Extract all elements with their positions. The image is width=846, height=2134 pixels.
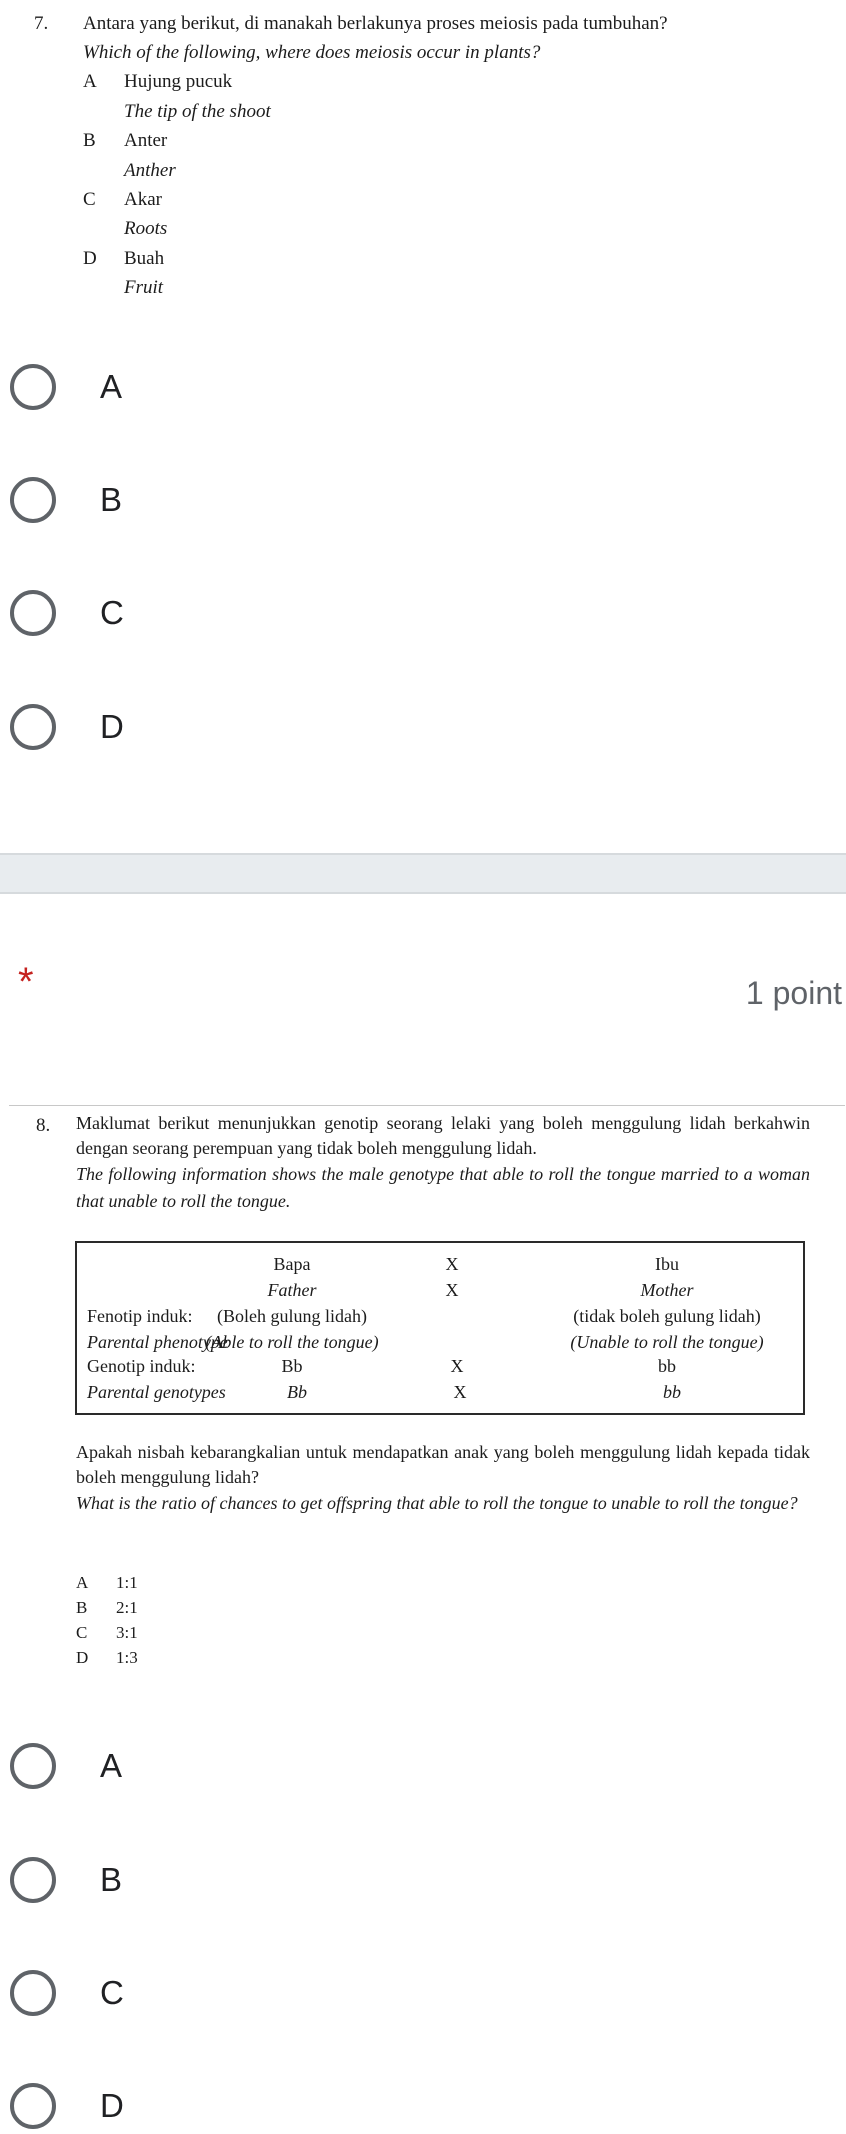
cross-symbol: X <box>445 1254 459 1274</box>
question-number: 7. <box>34 13 49 34</box>
father-phenotype-en: (Able to roll the tongue) <box>205 1332 379 1352</box>
option-value: 1:3 <box>116 1648 138 1667</box>
cross-symbol: X <box>453 1382 467 1402</box>
radio-option-a[interactable]: A <box>10 359 122 415</box>
option-text-ms: Buah <box>124 248 165 269</box>
radio-option-b[interactable]: B <box>10 472 122 528</box>
radio-label: B <box>100 481 123 518</box>
header-divider <box>9 1105 845 1106</box>
option-letter: B <box>83 130 96 151</box>
father-genotype: Bb <box>281 1356 303 1376</box>
radio-label: A <box>100 368 123 405</box>
followup-text-en: What is the ratio of chances to get offs… <box>76 1493 798 1513</box>
answer-option: C 3:1 <box>76 1620 138 1645</box>
genotype-table: Bapa X Ibu Father X Mother Fenotip induk… <box>75 1241 805 1415</box>
option-text-en: Fruit <box>124 277 164 298</box>
radio-circle-icon[interactable] <box>10 704 56 750</box>
radio-label: D <box>100 2087 124 2124</box>
mother-genotype-en: bb <box>663 1382 681 1402</box>
mother-label-en: Mother <box>640 1280 694 1300</box>
option-text-ms: Anter <box>124 130 168 151</box>
option-text-ms: Akar <box>124 189 162 210</box>
points-label: 1 point <box>745 975 842 1011</box>
option-value: 3:1 <box>116 1623 138 1642</box>
mother-phenotype-en: (Unable to roll the tongue) <box>570 1332 764 1352</box>
mother-genotype: bb <box>658 1356 676 1376</box>
radio-label: D <box>100 708 124 745</box>
radio-label: B <box>100 1861 123 1898</box>
mother-label-ms: Ibu <box>655 1254 679 1274</box>
radio-circle-icon[interactable] <box>10 590 56 636</box>
option-letter: A <box>83 71 97 92</box>
father-label-en: Father <box>267 1280 317 1300</box>
required-asterisk: * <box>18 960 34 1004</box>
radio-option-d[interactable]: D <box>10 2078 124 2134</box>
option-letter: B <box>76 1598 88 1617</box>
radio-circle-icon[interactable] <box>10 1857 56 1903</box>
question-text-ms: Maklumat berikut menunjukkan genotip seo… <box>76 1113 810 1158</box>
radio-circle-icon[interactable] <box>10 364 56 410</box>
radio-option-c[interactable]: C <box>10 585 124 641</box>
option-letter: A <box>76 1573 89 1592</box>
radio-label: A <box>100 1747 123 1784</box>
question-text-en: The following information shows the male… <box>76 1164 810 1211</box>
option-letter: C <box>83 189 96 210</box>
phenotype-label-ms: Fenotip induk: <box>87 1306 193 1326</box>
answer-option: B 2:1 <box>76 1595 138 1620</box>
answer-option: D 1:3 <box>76 1645 138 1670</box>
radio-option-d[interactable]: D <box>10 699 124 755</box>
father-label-ms: Bapa <box>273 1254 311 1274</box>
question-separator <box>0 853 846 894</box>
radio-label: C <box>100 1974 124 2011</box>
option-text-en: Anther <box>124 160 176 181</box>
answer-option: A 1:1 <box>76 1570 138 1595</box>
radio-label: C <box>100 594 124 631</box>
followup-text-ms: Apakah nisbah kebarangkalian untuk menda… <box>76 1442 810 1487</box>
radio-circle-icon[interactable] <box>10 2083 56 2129</box>
option-value: 1:1 <box>116 1573 138 1592</box>
option-letter: D <box>76 1648 89 1667</box>
question-text-en: Which of the following, where does meios… <box>83 42 541 63</box>
option-letter: C <box>76 1623 88 1642</box>
option-value: 2:1 <box>116 1598 138 1617</box>
cross-symbol: X <box>445 1280 459 1300</box>
option-text-en: The tip of the shoot <box>124 101 271 122</box>
cross-symbol: X <box>450 1356 464 1376</box>
option-letter: D <box>83 248 97 269</box>
genotype-label-ms: Genotip induk: <box>87 1356 196 1376</box>
option-text-ms: Hujung pucuk <box>124 71 233 92</box>
father-genotype-en: Bb <box>287 1382 307 1402</box>
radio-option-c[interactable]: C <box>10 1965 124 2021</box>
radio-circle-icon[interactable] <box>10 1743 56 1789</box>
question-number: 8. <box>36 1115 51 1136</box>
radio-circle-icon[interactable] <box>10 477 56 523</box>
radio-option-a[interactable]: A <box>10 1738 122 1794</box>
mother-phenotype-ms: (tidak boleh gulung lidah) <box>573 1306 761 1326</box>
radio-option-b[interactable]: B <box>10 1852 122 1908</box>
question-text-ms: Antara yang berikut, di manakah berlakun… <box>83 13 668 34</box>
option-text-en: Roots <box>124 218 168 239</box>
father-phenotype-ms: (Boleh gulung lidah) <box>217 1306 367 1326</box>
radio-circle-icon[interactable] <box>10 1970 56 2016</box>
